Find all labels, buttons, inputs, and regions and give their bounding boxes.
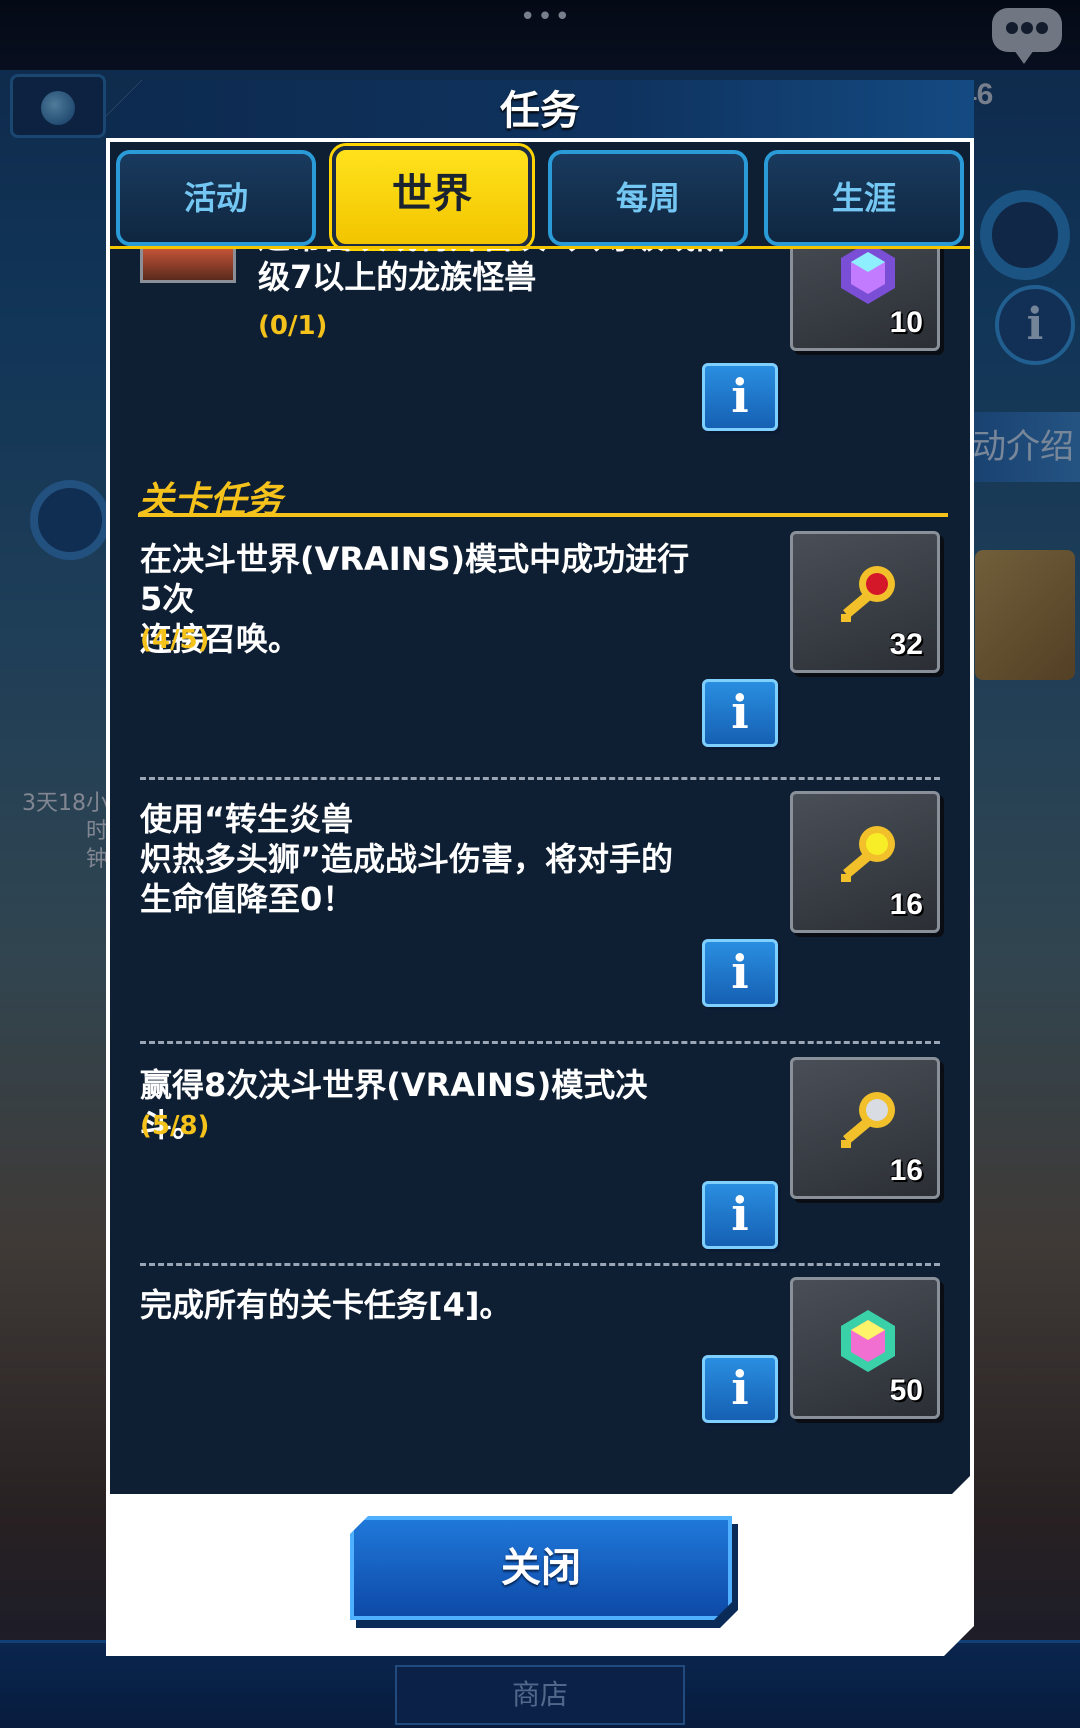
reward-item[interactable]: 32 (790, 531, 940, 673)
silver-key-icon (841, 1092, 895, 1148)
quest-text: 使用“转生炎兽 炽热多头狮”造成战斗伤害，将对手的 生命值降至0！ (140, 800, 674, 918)
info-button[interactable]: i (702, 363, 778, 431)
reward-count: 32 (889, 628, 923, 661)
section-title: 关卡任务 (138, 471, 948, 521)
reward-item[interactable]: 10 (790, 249, 940, 351)
quest-progress: (0/1) (258, 311, 328, 341)
quest-text: 在决斗世界(VRAINS)模式中成功进行5次 连接召唤。 (140, 540, 690, 658)
character-avatar (140, 249, 236, 283)
gold-key-icon (841, 826, 895, 882)
quest-text: 完成所有的关卡任务[4]。 (140, 1286, 512, 1324)
close-button[interactable]: 关闭 (350, 1516, 732, 1620)
tab-weekly[interactable]: 每周 (548, 150, 748, 246)
reward-item[interactable]: 16 (790, 791, 940, 933)
red-key-icon (841, 566, 895, 622)
quest-divider (140, 777, 940, 780)
reward-count: 16 (889, 1154, 923, 1187)
mission-list[interactable]: 通常召唤或特殊召唤1只等级或阶 级7以上的龙族怪兽 (0/1) 10 i 关卡任… (110, 249, 970, 1494)
quest-divider (140, 1263, 940, 1266)
dialog-title: 任务 (500, 88, 580, 134)
reward-count: 50 (889, 1374, 923, 1407)
reward-count: 10 (889, 306, 923, 339)
info-button[interactable]: i (702, 1355, 778, 1423)
tab-activity[interactable]: 活动 (116, 150, 316, 246)
reward-count: 16 (889, 888, 923, 921)
rainbow-gem-icon (841, 249, 895, 304)
quest-progress: (5/8) (140, 1111, 210, 1141)
info-button[interactable]: i (702, 939, 778, 1007)
quest-progress: (4/5) (140, 625, 210, 655)
info-button[interactable]: i (702, 679, 778, 747)
quest-text: 通常召唤或特殊召唤1只等级或阶 级7以上的龙族怪兽 (258, 249, 728, 296)
reward-item[interactable]: 50 (790, 1277, 940, 1419)
mission-tabs: 活动 世界 每周 生涯 (116, 146, 964, 248)
tab-career[interactable]: 生涯 (764, 150, 964, 246)
quest-text: 赢得8次决斗世界(VRAINS)模式决斗。 (140, 1066, 648, 1144)
rainbow-gem-icon (841, 1310, 895, 1372)
quest-divider (140, 1041, 940, 1044)
reward-item[interactable]: 16 (790, 1057, 940, 1199)
info-button[interactable]: i (702, 1181, 778, 1249)
tab-world[interactable]: 世界 (332, 146, 532, 248)
